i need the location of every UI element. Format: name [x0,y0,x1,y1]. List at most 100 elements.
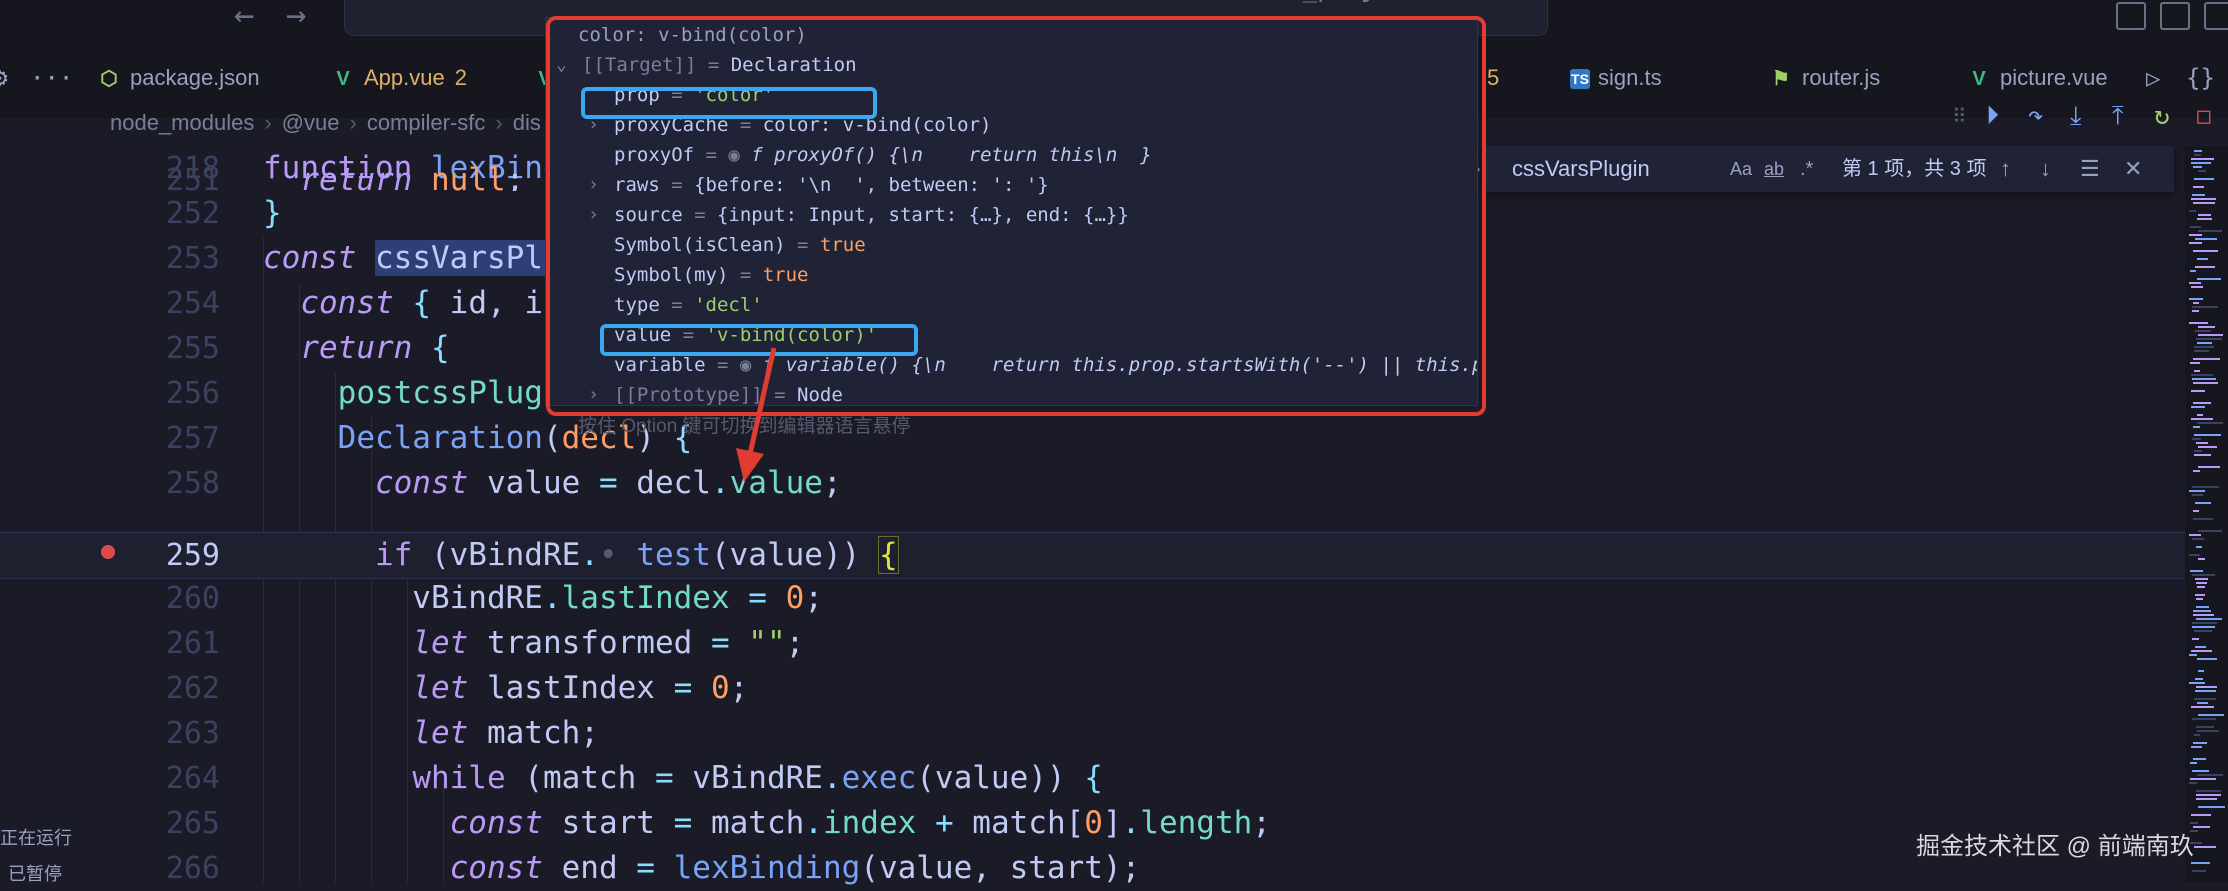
step-into-icon[interactable]: ⤓ [2070,98,2082,134]
tab-router-js[interactable]: ⚑ router.js [1768,60,1880,96]
minimap-line [2194,154,2201,156]
tab-app-vue[interactable]: V App.vue 2 [330,60,467,96]
find-input[interactable]: cssVarsPlugin [1512,152,1650,186]
toggle-sidebar-icon[interactable] [2116,2,2146,30]
match-case-icon[interactable]: Aa [1730,152,1752,186]
tab-sign-ts[interactable]: TS sign.ts [1570,60,1662,96]
continue-icon[interactable]: ⏵ [1986,98,1999,134]
minimap-line [2189,682,2205,684]
more-icon[interactable]: ··· [30,60,73,96]
code-text: const { id, is [300,285,562,321]
stop-icon[interactable]: ◻ [2196,98,2212,134]
minimap-line [2196,338,2222,340]
code-line: 265 const start = match.index + match[0]… [0,801,2185,846]
breadcrumb-item[interactable]: dis [513,110,541,135]
code-line: 262 let lastIndex = 0; [0,666,2185,711]
minimap-line [2193,470,2200,472]
find-in-selection-icon[interactable]: ☰ [2080,152,2100,186]
minimap-line [2197,586,2205,588]
minimap-line [2194,350,2209,352]
minimap[interactable] [2185,146,2228,882]
minimap-line [2190,822,2198,824]
minimap-line [2191,418,2213,420]
minimap-line [2193,826,2210,828]
minimap-line [2194,454,2211,456]
code-text: let transformed = ""; [412,625,805,661]
minimap-line [2196,582,2207,584]
step-out-icon[interactable]: ⤒ [2112,98,2124,134]
minimap-line [2192,638,2199,640]
minimap-line [2194,630,2212,632]
arrow-up-icon[interactable]: ↑ [2000,152,2011,186]
tab-problem-badge: 2 [454,65,467,90]
minimap-line [2197,414,2203,416]
line-number: 258 [165,466,220,501]
debug-status-paused: 已暂停 [8,864,62,884]
toggle-secondary-sidebar-icon[interactable] [2204,2,2228,30]
run-icon[interactable]: ▷ [2146,60,2160,96]
minimap-line [2191,406,2205,408]
minimap-line [2195,678,2203,680]
minimap-line [2194,846,2216,848]
vue-icon: V [1972,68,1986,90]
regex-icon[interactable]: .* [1800,152,1813,186]
tab-picture-vue[interactable]: Vpicture.vue [1966,60,2107,96]
watermark: 掘金技术社区 @ 前端南玖 [1916,833,2194,860]
minimap-line [2190,778,2216,780]
minimap-line [2192,718,2216,720]
toggle-panel-icon[interactable] [2160,2,2190,30]
minimap-line [2198,446,2217,448]
line-number: 253 [165,241,220,276]
code-text: while (match = vBindRE.exec(value)) { [412,760,1103,796]
minimap-line [2198,806,2225,808]
annotation-arrow [736,347,777,482]
chevron-right-icon: › [349,110,357,135]
line-number: 255 [165,331,220,366]
gear-icon[interactable]: ⚙ [0,60,8,96]
minimap-line [2191,198,2216,200]
code-text: const cssVarsPlu [263,240,562,276]
minimap-line [2191,390,2205,392]
minimap-line [2197,730,2219,732]
breadcrumb-item[interactable]: compiler-sfc [367,110,486,135]
minimap-line [2190,570,2203,572]
minimap-line [2189,534,2201,536]
line-number: 266 [165,851,220,886]
minimap-line [2198,714,2224,716]
code-line: 257 Declaration(decl) { [0,416,2185,461]
arrow-down-icon[interactable]: ↓ [2040,152,2051,186]
minimap-line [2194,346,2214,348]
minimap-line [2196,598,2203,600]
minimap-line [2191,814,2211,816]
step-over-icon[interactable]: ↷ [2028,98,2044,134]
line-number: 265 [165,806,220,841]
braces-icon[interactable]: {} [2186,60,2215,96]
tab-package-json[interactable]: ⬡ package.json [96,60,259,96]
minimap-line [2189,490,2205,492]
minimap-line [2191,862,2210,864]
minimap-line [2190,762,2197,764]
minimap-line [2190,270,2196,272]
minimap-line [2192,574,2215,576]
annotation-blue-box-prop [581,87,877,119]
minimap-line [2193,202,2215,204]
code-line: 261 let transformed = ""; [0,621,2185,666]
breakpoint-dot[interactable] [101,545,115,559]
minimap-line [2191,746,2202,748]
breadcrumb-item[interactable]: node_modules [110,110,254,135]
back-arrow-icon[interactable]: ← [234,0,254,32]
code-text: return { [300,330,450,366]
close-icon[interactable]: ✕ [2124,152,2142,186]
forward-arrow-icon[interactable]: → [286,0,306,32]
find-match-count: 第 1 项，共 3 项 [1842,158,1987,180]
breadcrumb: node_modules › @vue › compiler-sfc › dis [110,110,541,136]
minimap-line [2192,306,2218,308]
restart-icon[interactable]: ↻ [2154,98,2170,134]
drag-handle-icon[interactable]: ⠿ [1952,98,1967,134]
breadcrumb-item[interactable]: @vue [282,110,340,135]
js-icon: ⬡ [100,68,118,90]
minimap-line [2194,734,2200,736]
minimap-line [2196,606,2209,608]
match-whole-word-icon[interactable]: ab [1764,152,1784,186]
line-number: 252 [165,196,220,231]
